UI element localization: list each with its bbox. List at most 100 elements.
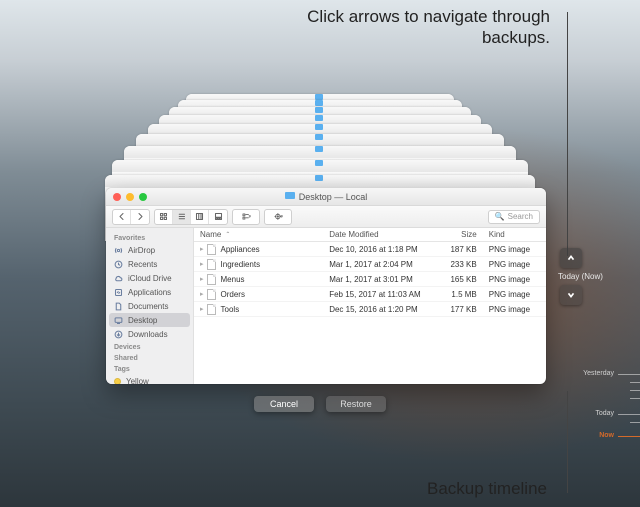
sidebar-item-airdrop[interactable]: AirDrop <box>106 243 193 257</box>
column-header-date[interactable]: Date Modified <box>323 230 430 239</box>
table-row[interactable]: ▸ Appliances Dec 10, 2016 at 1:18 PM187 KB… <box>194 242 546 257</box>
window-title-folder: Desktop <box>299 192 332 202</box>
airdrop-icon <box>114 246 123 255</box>
file-size: 177 KB <box>430 305 482 314</box>
backup-timeline[interactable]: Yesterday Today Now <box>570 370 640 480</box>
callout-nav-arrows: Click arrows to navigate through backups… <box>290 6 550 49</box>
sidebar-tag-yellow[interactable]: Yellow <box>106 374 193 384</box>
cloud-icon <box>114 274 123 283</box>
cancel-button[interactable]: Cancel <box>254 396 314 412</box>
disclosure-icon: ▸ <box>200 275 204 283</box>
file-date: Dec 15, 2016 at 1:20 PM <box>323 305 430 314</box>
nav-back-forward <box>112 209 150 225</box>
callout-timeline: Backup timeline <box>367 478 547 499</box>
file-icon <box>207 304 216 315</box>
file-name: Tools <box>221 305 240 314</box>
sidebar-item-label: Downloads <box>128 330 168 339</box>
desktop-icon <box>114 316 123 325</box>
file-date: Feb 15, 2017 at 11:03 AM <box>323 290 430 299</box>
file-size: 233 KB <box>430 260 482 269</box>
file-name: Ingredients <box>221 260 261 269</box>
timeline-label-today: Today <box>595 410 614 417</box>
leader-line <box>567 391 568 493</box>
sidebar-heading-shared: Shared <box>106 352 193 363</box>
list-view-button[interactable] <box>173 210 191 224</box>
file-kind: PNG image <box>483 275 546 284</box>
forward-button[interactable] <box>131 210 149 224</box>
table-row[interactable]: ▸OrdersFeb 15, 2017 at 11:03 AM1.5 MBPNG… <box>194 287 546 302</box>
icon-view-button[interactable] <box>155 210 173 224</box>
sort-indicator-icon: ⌃ <box>225 231 230 238</box>
disclosure-icon: ▸ <box>200 305 204 313</box>
tag-dot-icon <box>114 378 121 385</box>
disclosure-icon: ▸ <box>200 260 204 268</box>
finder-sidebar: Favorites AirDrop Recents iCloud Drive A… <box>106 228 194 384</box>
next-backup-button[interactable] <box>560 285 582 305</box>
minimize-button[interactable] <box>126 193 134 201</box>
action-buttons: Cancel Restore <box>254 396 386 412</box>
search-field[interactable]: 🔍 Search <box>488 210 540 224</box>
action-button[interactable] <box>265 210 291 224</box>
arrange-button[interactable] <box>233 210 259 224</box>
file-size: 187 KB <box>430 245 482 254</box>
close-button[interactable] <box>113 193 121 201</box>
sidebar-item-recents[interactable]: Recents <box>106 257 193 271</box>
sidebar-item-downloads[interactable]: Downloads <box>106 327 193 341</box>
file-name: Menus <box>221 275 245 284</box>
sidebar-item-documents[interactable]: Documents <box>106 299 193 313</box>
restore-button[interactable]: Restore <box>326 396 386 412</box>
file-icon <box>207 259 216 270</box>
search-icon: 🔍 <box>495 212 505 221</box>
downloads-icon <box>114 330 123 339</box>
file-name: Appliances <box>221 245 260 254</box>
file-kind: PNG image <box>483 290 546 299</box>
table-row[interactable]: ▸ Tools Dec 15, 2016 at 1:20 PM177 KBPNG i… <box>194 302 546 317</box>
document-icon <box>114 302 123 311</box>
file-icon <box>207 244 216 255</box>
folder-icon <box>285 192 295 199</box>
zoom-button[interactable] <box>139 193 147 201</box>
applications-icon <box>114 288 123 297</box>
previous-backup-button[interactable] <box>560 248 582 268</box>
finder-window: Desktop — Local 🔍 Search <box>106 188 546 384</box>
arrange-group <box>232 209 260 225</box>
column-header-size[interactable]: Size <box>430 230 482 239</box>
sidebar-item-icloud[interactable]: iCloud Drive <box>106 271 193 285</box>
file-size: 1.5 MB <box>430 290 482 299</box>
column-header-kind[interactable]: Kind <box>483 230 546 239</box>
file-list: Name⌃ Date Modified Size Kind ▸ Appliance… <box>194 228 546 384</box>
table-row[interactable]: ▸MenusMar 1, 2017 at 3:01 PM165 KBPNG im… <box>194 272 546 287</box>
sidebar-item-label: iCloud Drive <box>128 274 172 283</box>
list-header: Name⌃ Date Modified Size Kind <box>194 228 546 242</box>
back-button[interactable] <box>113 210 131 224</box>
gallery-view-button[interactable] <box>209 210 227 224</box>
window-titlebar[interactable]: Desktop — Local <box>106 188 546 206</box>
time-machine-stage: Click arrows to navigate through backups… <box>0 0 640 507</box>
disclosure-icon: ▸ <box>200 290 204 298</box>
view-switcher <box>154 209 228 225</box>
file-kind: PNG image <box>483 305 546 314</box>
timeline-label-yesterday: Yesterday <box>583 370 614 377</box>
sidebar-heading-devices: Devices <box>106 341 193 352</box>
sidebar-item-label: Documents <box>128 302 168 311</box>
table-row[interactable]: ▸IngredientsMar 1, 2017 at 2:04 PM233 KB… <box>194 257 546 272</box>
finder-toolbar: 🔍 Search <box>106 206 546 228</box>
file-size: 165 KB <box>430 275 482 284</box>
column-view-button[interactable] <box>191 210 209 224</box>
sidebar-item-label: AirDrop <box>128 246 155 255</box>
sidebar-item-label: Yellow <box>126 377 149 385</box>
sidebar-heading-favorites: Favorites <box>106 232 193 243</box>
clock-icon <box>114 260 123 269</box>
leader-line <box>567 12 568 256</box>
window-title-suffix: — Local <box>334 192 367 202</box>
disclosure-icon: ▸ <box>200 245 204 253</box>
file-date: Dec 10, 2016 at 1:18 PM <box>323 245 430 254</box>
file-kind: PNG image <box>483 245 546 254</box>
sidebar-item-label: Applications <box>128 288 171 297</box>
sidebar-item-applications[interactable]: Applications <box>106 285 193 299</box>
backup-nav-arrows: Today (Now) <box>558 248 584 305</box>
sidebar-heading-tags: Tags <box>106 363 193 374</box>
column-header-name[interactable]: Name⌃ <box>194 230 323 239</box>
timeline-label-now: Now <box>599 432 614 439</box>
sidebar-item-desktop[interactable]: Desktop <box>109 313 190 327</box>
